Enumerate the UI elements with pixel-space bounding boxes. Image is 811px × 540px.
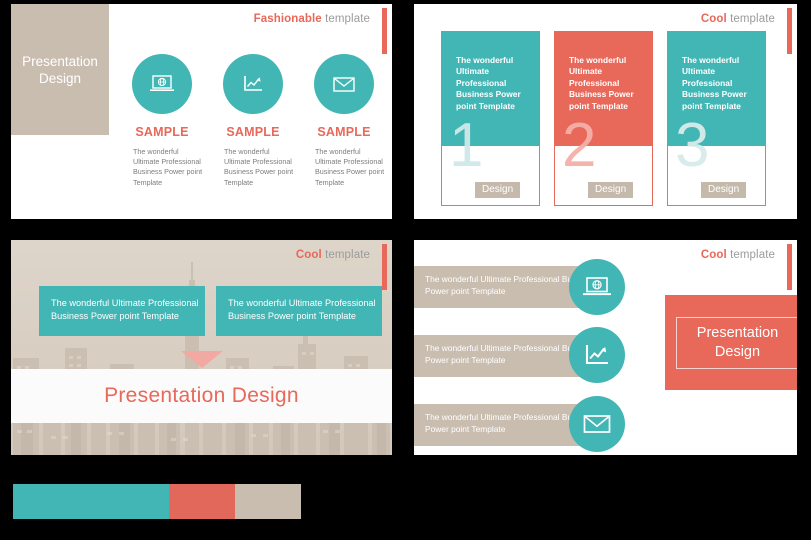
slide4-accent-bar	[787, 244, 792, 290]
slide-numbered-columns[interactable]: Cool template The wonderful Ultimate Pro…	[414, 4, 797, 219]
slide4-callout-text: Presentation Design	[675, 316, 797, 369]
slide4-callout-panel[interactable]: Presentation Design	[665, 295, 797, 390]
slide2-accent-bar	[787, 8, 792, 54]
slide1-template-badge: Fashionable template	[254, 13, 370, 25]
envelope-icon	[333, 77, 355, 92]
slide1-title-panel: Presentation Design	[11, 4, 109, 135]
slide1-title-text: Presentation Design	[22, 53, 98, 87]
slide4-icon-circle	[569, 396, 625, 452]
slide-icon-list[interactable]: Cool template The wonderful Ultimate Pro…	[414, 240, 797, 455]
badge-strong-text: Cool	[700, 249, 727, 261]
slide4-callout-line2: Design	[714, 343, 761, 360]
envelope-icon	[583, 415, 611, 433]
slide1-feature-item[interactable]: SAMPLE The wonderful Ultimate Profession…	[212, 54, 294, 188]
slide2-design-button[interactable]: Design	[701, 182, 747, 198]
slide1-feature-columns: SAMPLE The wonderful Ultimate Profession…	[121, 54, 386, 188]
slide1-feature-title: SAMPLE	[135, 125, 189, 139]
slide3-callout-box[interactable]: The wonderful Ultimate Professional Busi…	[216, 286, 382, 336]
laptop-globe-icon	[583, 276, 611, 295]
slide1-feature-body: The wonderful Ultimate Professional Busi…	[133, 147, 203, 187]
slide3-template-badge: Cool template	[296, 249, 370, 261]
coral-swatch[interactable]	[169, 484, 235, 519]
slide3-banner-text: Presentation Design	[104, 384, 299, 407]
badge-strong-text: Fashionable	[253, 13, 322, 25]
slide2-column-header: The wonderful Ultimate Professional Busi…	[441, 31, 540, 148]
badge-light-text: template	[325, 13, 370, 25]
slide1-feature-title: SAMPLE	[226, 125, 280, 139]
badge-light-text: template	[730, 249, 775, 261]
slide1-feature-body: The wonderful Ultimate Professional Busi…	[224, 147, 294, 187]
slide2-column[interactable]: The wonderful Ultimate Professional Busi…	[441, 31, 540, 206]
badge-light-text: template	[325, 249, 370, 261]
down-arrow-icon	[180, 351, 223, 368]
line-chart-icon	[244, 76, 262, 91]
slide-deck-preview: Fashionable template Presentation Design	[0, 0, 811, 540]
badge-light-text: template	[730, 13, 775, 25]
slide2-column-text: The wonderful Ultimate Professional Busi…	[569, 55, 634, 111]
slide4-template-badge: Cool template	[701, 249, 775, 261]
slide2-column[interactable]: The wonderful Ultimate Professional Busi…	[554, 31, 653, 206]
color-palette-bar	[13, 484, 301, 519]
slide2-column-header: The wonderful Ultimate Professional Busi…	[554, 31, 653, 148]
slide3-callout-box[interactable]: The wonderful Ultimate Professional Busi…	[39, 286, 205, 336]
slide1-icon-circle	[132, 54, 192, 114]
slide2-column-text: The wonderful Ultimate Professional Busi…	[456, 55, 521, 111]
slide-fashionable-features[interactable]: Fashionable template Presentation Design	[11, 4, 392, 219]
slide2-column-text: The wonderful Ultimate Professional Busi…	[682, 55, 747, 111]
laptop-globe-icon	[150, 75, 174, 91]
slide3-banner: Presentation Design	[11, 369, 392, 423]
slide1-feature-item[interactable]: SAMPLE The wonderful Ultimate Profession…	[121, 54, 203, 188]
beige-swatch[interactable]	[235, 484, 301, 519]
slide1-feature-item[interactable]: SAMPLE The wonderful Ultimate Profession…	[303, 54, 385, 188]
teal-swatch[interactable]	[13, 484, 169, 519]
slide2-column-header: The wonderful Ultimate Professional Busi…	[667, 31, 766, 148]
slide4-icon-circle	[569, 259, 625, 315]
slide3-accent-bar	[382, 244, 387, 290]
slide3-callout-group: The wonderful Ultimate Professional Busi…	[39, 286, 382, 336]
slide2-design-button[interactable]: Design	[475, 182, 521, 198]
slide2-template-badge: Cool template	[701, 13, 775, 25]
slide1-title-line2: Design	[38, 70, 82, 86]
slide2-design-button[interactable]: Design	[588, 182, 634, 198]
slide1-title-line1: Presentation	[22, 53, 98, 69]
slide1-feature-title: SAMPLE	[317, 125, 371, 139]
slide1-accent-bar	[382, 8, 387, 54]
slide2-column-group: The wonderful Ultimate Professional Busi…	[441, 31, 766, 206]
slide2-column[interactable]: The wonderful Ultimate Professional Busi…	[667, 31, 766, 206]
line-chart-icon	[585, 345, 608, 365]
slide4-icon-circle	[569, 327, 625, 383]
slide1-icon-circle	[314, 54, 374, 114]
badge-strong-text: Cool	[295, 249, 322, 261]
badge-strong-text: Cool	[700, 13, 727, 25]
slide1-feature-body: The wonderful Ultimate Professional Busi…	[315, 147, 385, 187]
slide-city-banner[interactable]: Cool template The wonderful Ultimate Pro…	[11, 240, 392, 455]
slide4-callout-line1: Presentation	[696, 324, 779, 341]
slide1-icon-circle	[223, 54, 283, 114]
